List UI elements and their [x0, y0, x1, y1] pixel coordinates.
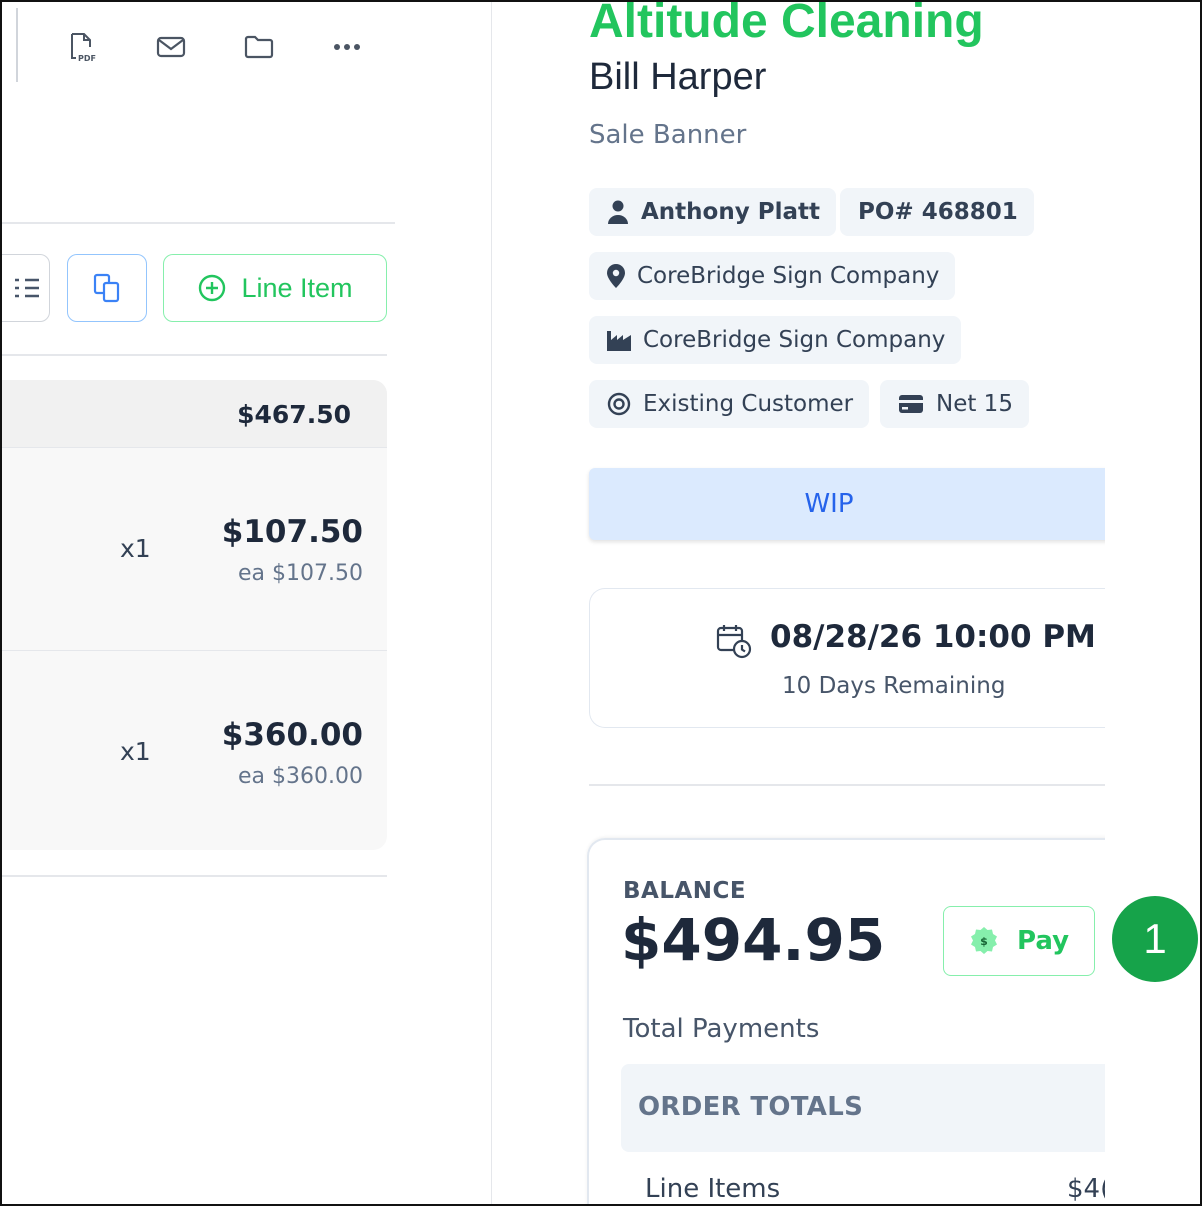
folder-icon[interactable]	[242, 30, 276, 64]
line-items-pane: PDF Line Item $467.50 x1 $107.50 ea $107…	[2, 2, 492, 1204]
svg-text:PDF: PDF	[78, 54, 96, 63]
balance-amount: $494.95	[621, 906, 886, 974]
app-window: PDF Line Item $467.50 x1 $107.50 ea $107…	[0, 0, 1202, 1206]
location-name: CoreBridge Sign Company	[637, 263, 940, 289]
line-items-total: $467.50	[237, 400, 351, 429]
location-chip[interactable]: CoreBridge Sign Company	[589, 252, 956, 300]
plus-circle-icon	[199, 274, 226, 302]
line-item-each: ea $360.00	[238, 764, 363, 789]
order-name: Sale Banner	[589, 120, 747, 150]
production-location: CoreBridge Sign Company	[643, 327, 946, 353]
calendar-clock-icon	[716, 625, 752, 659]
copy-button[interactable]	[67, 254, 147, 322]
terms-label: Net 15	[936, 391, 1013, 417]
total-payments-label: Total Payments	[623, 1014, 820, 1044]
line-item-row[interactable]: x1 $107.50 ea $107.50	[2, 448, 387, 650]
copy-icon	[93, 273, 120, 303]
line-item-price: $360.00	[221, 717, 363, 753]
line-items-header: $467.50	[2, 380, 387, 448]
line-item-price: $107.50	[221, 514, 363, 550]
divider	[589, 784, 1105, 786]
production-chip[interactable]: CoreBridge Sign Company	[589, 316, 962, 364]
more-icon[interactable]	[330, 30, 364, 64]
salesperson-name: Anthony Platt	[641, 199, 820, 225]
divider	[2, 354, 387, 356]
mail-icon[interactable]	[154, 30, 188, 64]
list-view-button[interactable]	[2, 254, 50, 322]
order-totals-header[interactable]: ORDER TOTALS	[621, 1064, 1105, 1152]
status-button[interactable]: WIP	[589, 468, 1105, 540]
po-number: PO# 468801	[858, 199, 1018, 225]
origin-label: Existing Customer	[643, 391, 854, 417]
location-pin-icon	[607, 264, 625, 288]
line-items-list: $467.50 x1 $107.50 ea $107.50 x1 $360.00…	[2, 380, 387, 850]
line-items-total-label: Line Items	[645, 1174, 781, 1204]
contact-name[interactable]: Bill Harper	[589, 56, 766, 99]
line-item-qty: x1	[120, 737, 151, 766]
due-date: 08/28/26 10:00 PM	[770, 619, 1096, 655]
due-date-card[interactable]: 08/28/26 10:00 PM 10 Days Remaining	[589, 588, 1105, 728]
divider	[2, 875, 387, 877]
terms-chip[interactable]: Net 15	[880, 380, 1029, 428]
pdf-icon[interactable]: PDF	[66, 30, 100, 64]
balance-label: BALANCE	[623, 878, 747, 904]
origin-chip[interactable]: Existing Customer	[589, 380, 870, 428]
line-items-total-value: $4(	[1067, 1174, 1105, 1204]
balance-card: BALANCE $494.95 $ Pay Total Payments ORD…	[587, 838, 1105, 1204]
salesperson-chip[interactable]: Anthony Platt	[589, 188, 836, 236]
toolbar-divider	[16, 8, 18, 82]
list-icon	[15, 278, 39, 298]
dollar-badge-icon: $	[970, 927, 997, 954]
line-item-row[interactable]: x1 $360.00 ea $360.00	[2, 650, 387, 850]
add-line-item-button[interactable]: Line Item	[163, 254, 387, 322]
pay-button[interactable]: $ Pay	[943, 906, 1095, 976]
po-chip[interactable]: PO# 468801	[840, 188, 1034, 236]
due-remaining: 10 Days Remaining	[782, 673, 1006, 699]
company-name[interactable]: Altitude Cleaning	[589, 2, 984, 49]
pay-label: Pay	[1016, 926, 1070, 956]
target-icon	[607, 392, 631, 416]
order-totals-label: ORDER TOTALS	[638, 1092, 864, 1122]
add-line-item-label: Line Item	[241, 272, 353, 303]
user-icon	[608, 200, 628, 224]
order-details-pane: Altitude Cleaning Bill Harper Sale Banne…	[493, 2, 1105, 1204]
line-item-each: ea $107.50	[238, 561, 363, 586]
divider	[2, 222, 395, 224]
svg-text:$: $	[980, 935, 988, 948]
step-callout-badge: 1	[1112, 896, 1198, 982]
credit-card-icon	[899, 395, 923, 413]
factory-icon	[607, 331, 631, 351]
line-item-qty: x1	[120, 534, 151, 563]
